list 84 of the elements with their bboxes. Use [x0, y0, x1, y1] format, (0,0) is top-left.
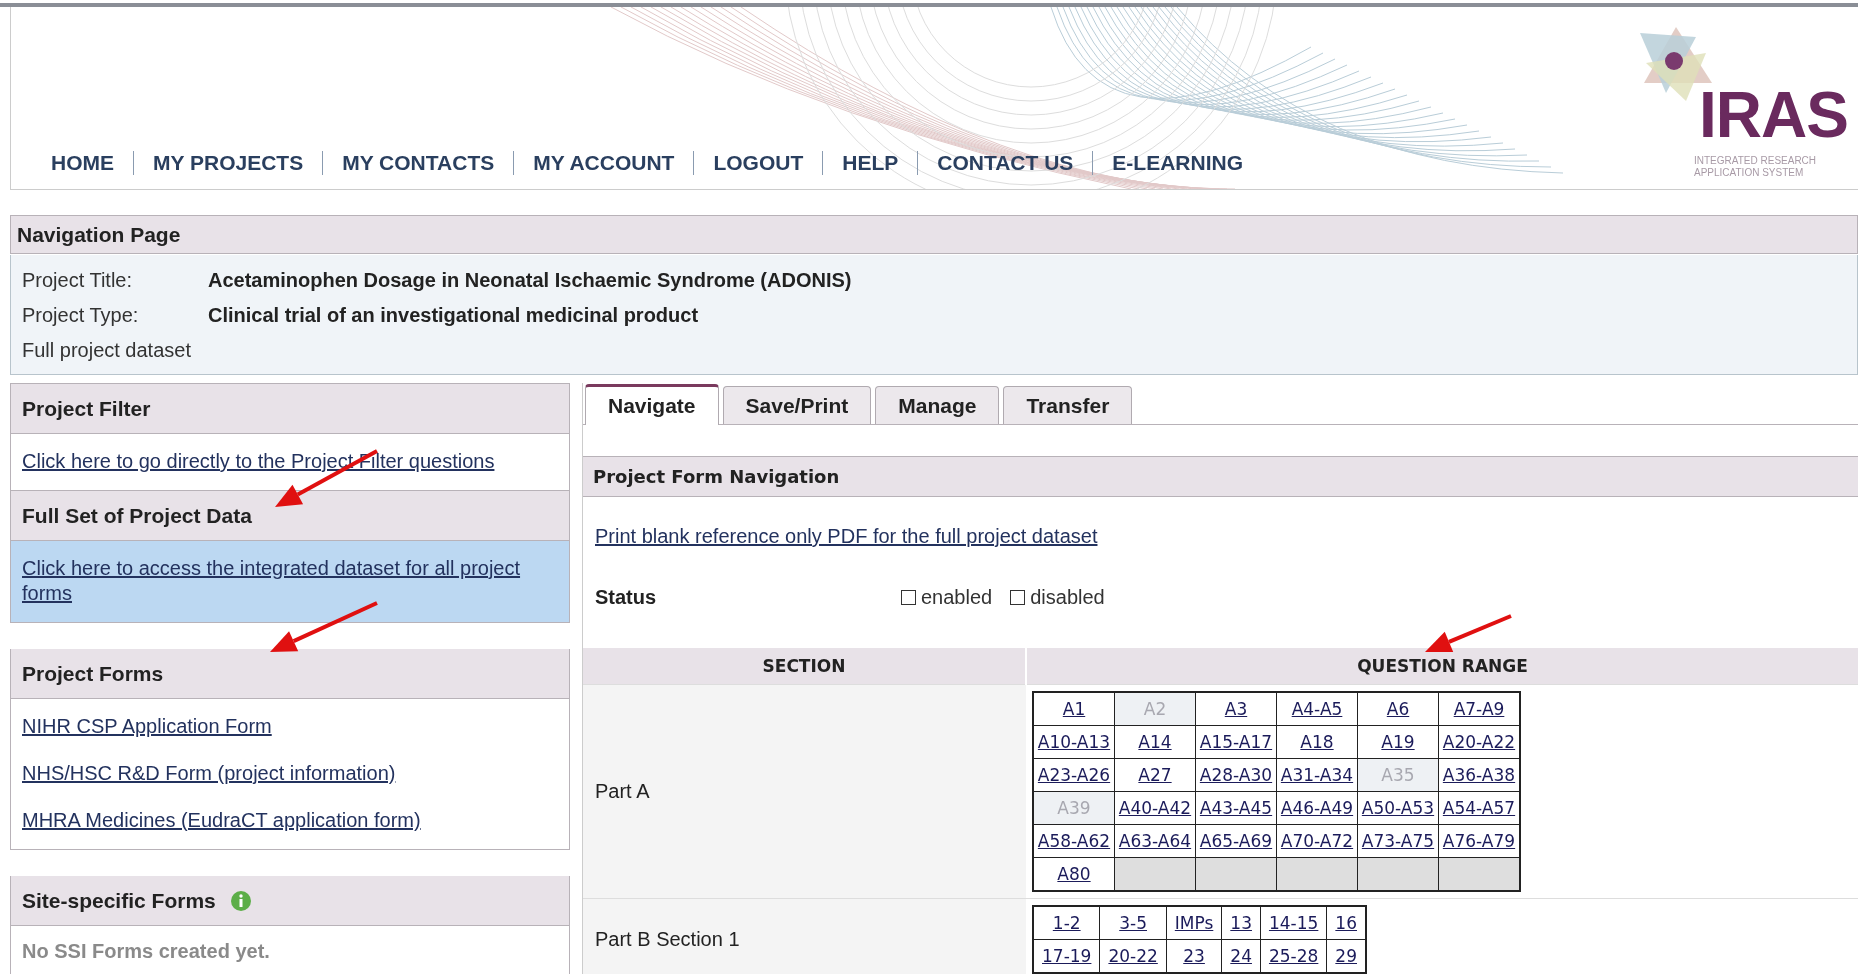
tab[interactable]: Manage	[875, 386, 1000, 424]
status-label: Status	[595, 585, 658, 609]
nav-link[interactable]: HELP	[822, 151, 918, 175]
question-link[interactable]: A28-A30	[1199, 765, 1273, 785]
question-link[interactable]: A70-A72	[1280, 831, 1354, 851]
question-link[interactable]: 24	[1230, 946, 1252, 966]
info-icon[interactable]	[229, 889, 252, 912]
print-link[interactable]: Print blank reference only PDF for the full project dataset	[595, 525, 1098, 548]
section-title: Full Set of Project Data	[22, 503, 252, 528]
field-value: Acetaminophen Dosage in Neonatal Ischaemic Syndrome (ADONIS)	[208, 268, 852, 293]
nav-link[interactable]: MY CONTACTS	[322, 151, 514, 175]
question-link[interactable]: A14	[1138, 732, 1172, 752]
question-link[interactable]: A73-A75	[1361, 831, 1435, 851]
question-link[interactable]: 17-19	[1042, 946, 1092, 966]
form-link[interactable]: NHS/HSC R&D Form (project information)	[22, 761, 558, 786]
question-link[interactable]: A46-A49	[1280, 798, 1354, 818]
nav-link[interactable]: CONTACT US	[917, 151, 1093, 175]
form-link[interactable]: Click here to access the integrated dataset for all project forms	[22, 556, 558, 606]
question-link[interactable]: A4-A5	[1291, 699, 1343, 719]
question-link[interactable]: A6	[1386, 699, 1410, 719]
question-cell: A35	[1357, 758, 1439, 792]
checkbox[interactable]	[1010, 589, 1026, 605]
dataset-label: Full project dataset	[22, 338, 192, 363]
nav-link[interactable]: E-LEARNING	[1092, 151, 1262, 175]
question-link[interactable]: A15-A17	[1199, 732, 1273, 752]
page-title-bar: Navigation Page	[10, 215, 1858, 254]
question-link[interactable]: A19	[1381, 732, 1415, 752]
question-link[interactable]: A50-A53	[1361, 798, 1435, 818]
question-link[interactable]: IMPs	[1174, 913, 1214, 933]
field-label: Project Type:	[22, 303, 140, 328]
question-link[interactable]: A1	[1062, 699, 1086, 719]
question-cell: A39	[1033, 791, 1115, 825]
question-link[interactable]: A58-A62	[1037, 831, 1111, 851]
question-link[interactable]: A80	[1057, 864, 1091, 884]
field-value: Clinical trial of an investigational medicinal product	[208, 303, 699, 328]
question-link[interactable]: A23-A26	[1037, 765, 1111, 785]
question-link[interactable]: A10-A13	[1037, 732, 1111, 752]
question-link[interactable]: A7-A9	[1453, 699, 1505, 719]
checkbox-label: disabled	[1030, 585, 1105, 609]
question-cell: A2	[1114, 692, 1196, 726]
question-link[interactable]: 16	[1335, 913, 1357, 933]
question-link[interactable]: 23	[1183, 946, 1205, 966]
section-title: Site-specific Forms	[22, 888, 216, 913]
question-link[interactable]: 3-5	[1119, 913, 1147, 933]
column-header: SECTION	[583, 648, 1026, 685]
tab[interactable]: Navigate	[585, 384, 719, 425]
question-link[interactable]: A63-A64	[1118, 831, 1192, 851]
field-label: Project Title:	[22, 268, 134, 293]
logo-text: IRAS	[1699, 83, 1848, 147]
question-link[interactable]: A3	[1224, 699, 1248, 719]
tab[interactable]: Transfer	[1003, 386, 1133, 424]
checkbox-label: enabled	[921, 585, 993, 609]
panel-header: Project Form Navigation	[583, 456, 1858, 497]
question-link[interactable]: 1-2	[1052, 913, 1081, 933]
nav-link[interactable]: LOGOUT	[693, 151, 823, 175]
nav-link[interactable]: HOME	[41, 151, 133, 175]
question-link[interactable]: A27	[1138, 765, 1172, 785]
question-link[interactable]: A31-A34	[1280, 765, 1354, 785]
section-cell: Part B Section 1	[583, 898, 1026, 974]
question-link[interactable]: A54-A57	[1442, 798, 1516, 818]
question-link[interactable]: A18	[1300, 732, 1334, 752]
section-title: Project Forms	[22, 661, 164, 686]
nav-link[interactable]: MY PROJECTS	[133, 151, 323, 175]
question-link[interactable]: A20-A22	[1442, 732, 1516, 752]
nav-link[interactable]: MY ACCOUNT	[513, 151, 694, 175]
form-link[interactable]: MHRA Medicines (EudraCT application form)	[22, 808, 558, 833]
question-link[interactable]: A65-A69	[1199, 831, 1273, 851]
question-link[interactable]: 29	[1335, 946, 1357, 966]
question-link[interactable]: A43-A45	[1199, 798, 1273, 818]
question-link[interactable]: 14-15	[1268, 913, 1319, 933]
section-cell: Part A	[583, 684, 1026, 899]
checkbox[interactable]	[901, 589, 916, 605]
empty-message: No SSI Forms created yet.	[22, 940, 271, 963]
question-link[interactable]: 13	[1230, 913, 1252, 933]
form-link[interactable]: NIHR CSP Application Form	[22, 714, 558, 739]
section-title: Project Filter	[22, 396, 151, 421]
question-link[interactable]: 25-28	[1268, 946, 1319, 966]
tab[interactable]: Save/Print	[722, 386, 872, 424]
question-link[interactable]: A36-A38	[1442, 765, 1516, 785]
question-link[interactable]: 20-22	[1108, 946, 1158, 966]
question-link[interactable]: A40-A42	[1118, 798, 1192, 818]
logo-tagline: INTEGRATED RESEARCH APPLICATION SYSTEM	[1694, 155, 1817, 179]
question-link[interactable]: A76-A79	[1442, 831, 1516, 851]
column-header: QUESTION RANGE	[1026, 648, 1858, 685]
